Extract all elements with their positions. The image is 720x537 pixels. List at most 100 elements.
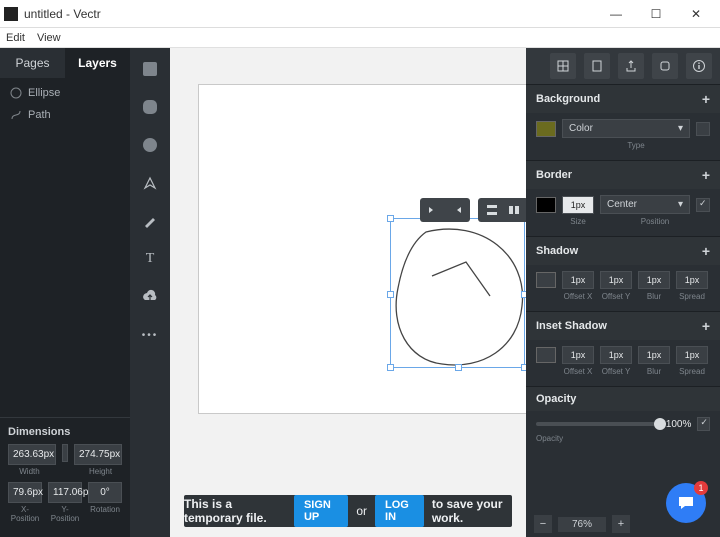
login-button[interactable]: LOG IN [375,495,424,527]
aspect-lock[interactable] [62,444,68,462]
tab-pages[interactable]: Pages [0,48,65,78]
shadow-spread-input[interactable]: 1px [676,271,708,289]
right-top-icons [526,48,720,84]
inset-shadow-swatch[interactable] [536,347,556,363]
tool-text[interactable]: T [139,248,161,270]
shadow-title: Shadow [536,245,578,257]
inset-label-ox: Offset X [562,367,594,376]
menu-edit[interactable]: Edit [6,32,25,44]
window-minimize-button[interactable]: — [596,1,636,27]
border-add-icon[interactable]: + [702,167,710,183]
pages-icon[interactable] [584,53,610,79]
shadow-label-spread: Spread [676,292,708,301]
ctx-flip-horizontal-icon[interactable] [426,202,442,218]
inset-shadow-title: Inset Shadow [536,320,607,332]
window-title: untitled - Vectr [24,7,596,21]
export-icon[interactable] [618,53,644,79]
selection-handle-se[interactable] [521,364,526,371]
inset-spread-input[interactable]: 1px [676,346,708,364]
height-input[interactable]: 274.75px [74,444,122,465]
layer-name: Ellipse [28,87,60,99]
shadow-label-oy: Offset Y [600,292,632,301]
border-enable-checkbox[interactable] [696,198,710,212]
grid-icon[interactable] [550,53,576,79]
ctx-arrange-icon[interactable] [484,202,500,218]
tool-pencil[interactable] [139,210,161,232]
layer-item[interactable]: Path [0,104,130,126]
shadow-add-icon[interactable]: + [702,243,710,259]
signup-button[interactable]: SIGN UP [294,495,348,527]
selection-handle-e[interactable] [521,291,526,298]
tool-toolbar: T ••• [130,48,170,537]
shadow-swatch[interactable] [536,272,556,288]
shadow-blur-input[interactable]: 1px [638,271,670,289]
selection-handle-sw[interactable] [387,364,394,371]
background-type-label: Type [562,141,710,150]
menu-bar: Edit View [0,28,720,48]
opacity-slider[interactable] [536,422,660,426]
background-enable-checkbox[interactable] [696,122,710,136]
opacity-label: Opacity [536,434,563,443]
border-title: Border [536,169,572,181]
tool-ellipse[interactable] [139,134,161,156]
zoom-in-button[interactable]: + [612,515,630,533]
layers-list: Ellipse Path [0,78,130,417]
background-add-icon[interactable]: + [702,91,710,107]
window-maximize-button[interactable]: ☐ [636,1,676,27]
layer-item[interactable]: Ellipse [0,82,130,104]
x-position-input[interactable]: 79.6px [8,482,42,503]
width-input[interactable]: 263.63px [8,444,56,465]
selection-bbox[interactable] [390,218,525,368]
dimensions-panel: Dimensions 263.63px 274.75px Width Heigh… [0,417,130,537]
border-size-label: Size [562,217,594,226]
zoom-value[interactable]: 76% [558,517,606,532]
tool-pen[interactable] [139,172,161,194]
ctx-align-icon[interactable] [506,202,522,218]
canvas-area[interactable]: This is a temporary file. SIGN UP or LOG… [170,48,526,537]
banner-text-post: to save your work. [432,497,512,525]
window-titlebar: untitled - Vectr — ☐ ✕ [0,0,720,28]
background-swatch[interactable] [536,121,556,137]
inset-label-blur: Blur [638,367,670,376]
chat-button[interactable]: 1 [666,483,706,523]
shadow-offset-x-input[interactable]: 1px [562,271,594,289]
layer-path-icon [10,109,22,121]
section-inset-shadow: Inset Shadow + 1px 1px 1px 1px Offset X … [526,311,720,386]
background-type-select[interactable]: Color▾ [562,119,690,138]
tab-layers[interactable]: Layers [65,48,130,78]
inset-offset-y-input[interactable]: 1px [600,346,632,364]
tool-upload[interactable] [139,286,161,308]
height-label: Height [79,467,122,476]
border-position-select[interactable]: Center▾ [600,195,690,214]
window-close-button[interactable]: ✕ [676,1,716,27]
info-icon[interactable] [686,53,712,79]
chat-icon [676,493,696,513]
border-size-input[interactable]: 1px [562,196,594,214]
tool-more[interactable]: ••• [139,324,161,346]
inset-offset-x-input[interactable]: 1px [562,346,594,364]
selection-handle-w[interactable] [387,291,394,298]
border-swatch[interactable] [536,197,556,213]
menu-view[interactable]: View [37,32,61,44]
selection-handle-s[interactable] [455,364,462,371]
inset-shadow-add-icon[interactable]: + [702,318,710,334]
width-label: Width [8,467,51,476]
inset-blur-input[interactable]: 1px [638,346,670,364]
tool-rectangle[interactable] [139,58,161,80]
x-label: X-Position [8,505,42,523]
opacity-enable-checkbox[interactable] [697,417,710,431]
shadow-label-ox: Offset X [562,292,594,301]
shadow-offset-y-input[interactable]: 1px [600,271,632,289]
zoom-out-button[interactable]: − [534,515,552,533]
left-panel: Pages Layers Ellipse Path Dimensions 263… [0,48,130,537]
tool-rounded-rectangle[interactable] [139,96,161,118]
ctx-flip-vertical-icon[interactable] [448,202,464,218]
rotation-label: Rotation [88,505,122,523]
rotation-input[interactable]: 0° [88,482,122,503]
shadow-label-blur: Blur [638,292,670,301]
right-panel: Background + Color▾ Type Border + 1 [526,48,720,537]
section-border: Border + 1px Center▾ SizePosition [526,160,720,236]
selection-handle-nw[interactable] [387,215,394,222]
y-position-input[interactable]: 117.06px [48,482,82,503]
link-icon[interactable] [652,53,678,79]
